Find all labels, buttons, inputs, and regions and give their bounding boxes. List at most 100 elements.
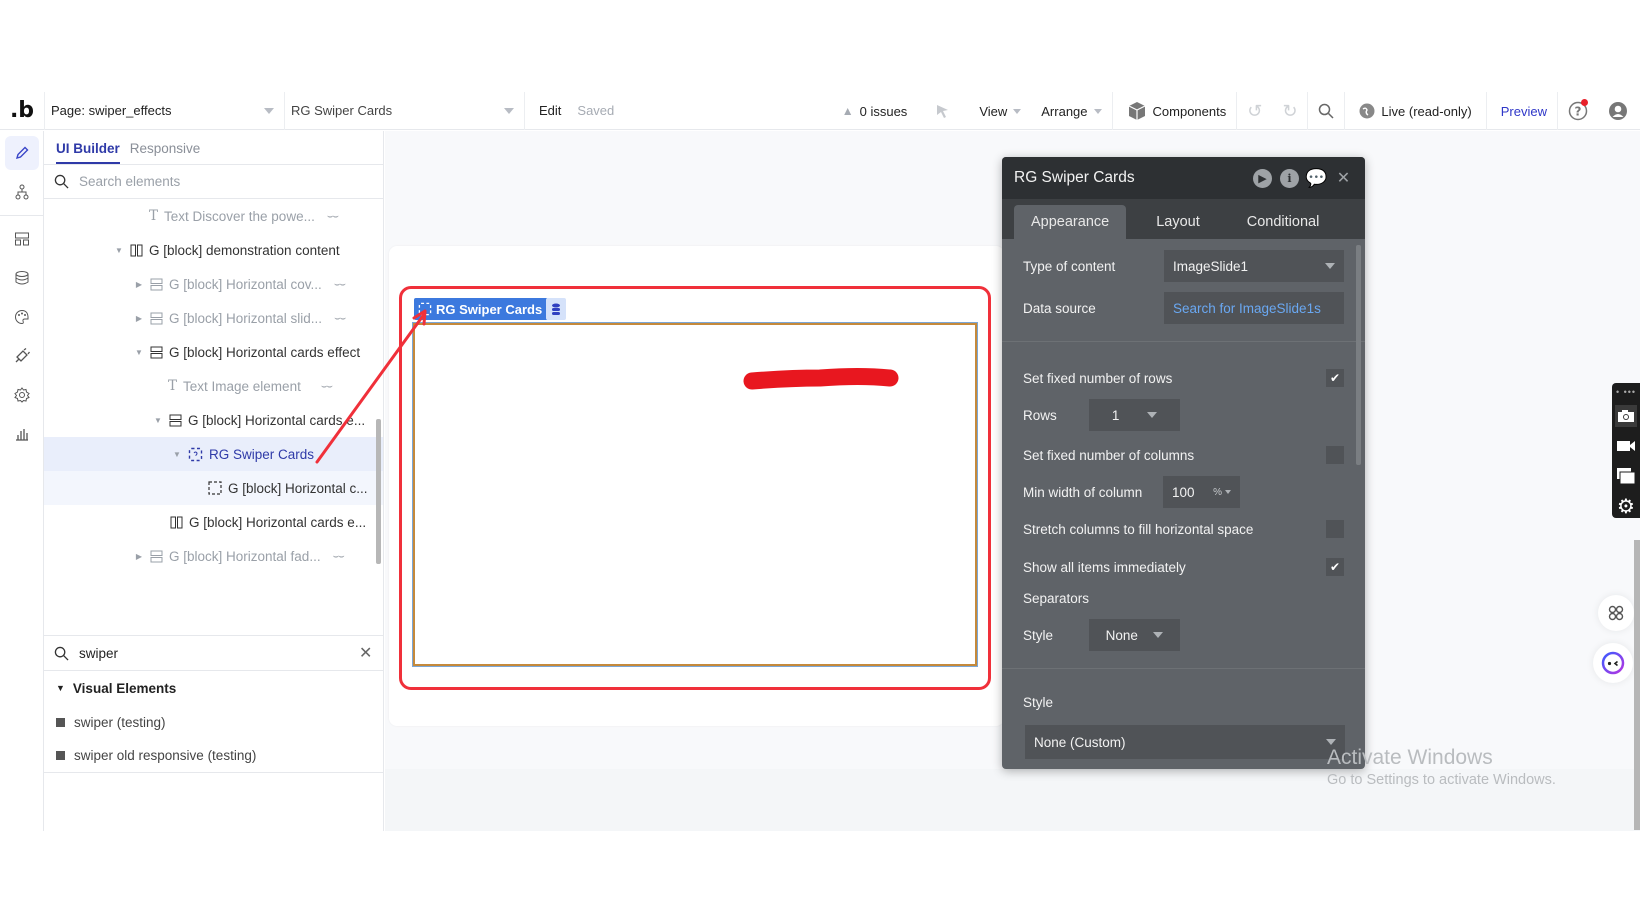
bubble-logo[interactable]: .b [0, 98, 44, 123]
tree-scrollbar[interactable] [376, 419, 381, 564]
tree-item[interactable]: ▼ G [block] Horizontal cards effect [44, 335, 383, 369]
style-dropdown[interactable]: None (Custom) [1025, 725, 1345, 759]
rail-data[interactable] [5, 261, 39, 295]
min-width-input[interactable]: 100 % [1163, 476, 1240, 508]
live-status[interactable]: Live (read-only) [1344, 92, 1485, 130]
rail-plugins[interactable] [5, 339, 39, 373]
tree-item[interactable]: T Text Discover the powe... ⌣⌣ [44, 199, 383, 233]
library-search-input[interactable] [79, 645, 349, 661]
style-label: Style [1023, 694, 1054, 710]
tab-responsive[interactable]: Responsive [130, 141, 201, 164]
page-scrollbar[interactable] [1634, 540, 1640, 830]
tree-item[interactable]: ▼ G [block] demonstration content [44, 233, 383, 267]
type-of-content-dropdown[interactable]: ImageSlide1 [1164, 250, 1344, 282]
expand-caret-icon[interactable]: ▼ [153, 416, 163, 425]
redo-button[interactable]: ↻ [1272, 92, 1307, 130]
tree-item[interactable]: G [block] Horizontal c... [44, 471, 383, 505]
preview-button[interactable]: Preview [1485, 92, 1557, 130]
rail-logs[interactable] [5, 417, 39, 451]
tree-item-selected[interactable]: ▼ RG Swiper Cards [44, 437, 383, 471]
expand-caret-icon[interactable]: ▼ [114, 246, 124, 255]
min-width-value: 100 [1172, 484, 1195, 500]
style-row: Style [1023, 679, 1344, 725]
show-all-checkbox[interactable]: ✔ [1326, 558, 1344, 576]
expand-caret-icon[interactable]: ▼ [172, 450, 182, 459]
help-button[interactable]: ? [1557, 92, 1598, 130]
search-button[interactable] [1307, 92, 1344, 130]
unit-dropdown[interactable]: % [1213, 487, 1231, 498]
repeating-group-swiper-cards[interactable] [412, 322, 978, 667]
hidden-eye-icon[interactable]: ⌣⌣ [327, 211, 339, 222]
visual-elements-header[interactable]: ▼ Visual Elements [44, 671, 383, 705]
view-menu[interactable]: View [969, 92, 1031, 130]
info-icon[interactable]: i [1280, 168, 1299, 188]
rail-design[interactable] [5, 136, 39, 170]
collapse-caret-icon[interactable]: ▶ [134, 314, 144, 323]
tree-item[interactable]: T Text Image element ⌣⌣ [44, 369, 383, 403]
apps-button[interactable] [1598, 595, 1634, 631]
stretch-columns-row: Stretch columns to fill horizontal space [1023, 508, 1344, 550]
hidden-eye-icon[interactable]: ⌣⌣ [333, 551, 345, 562]
close-icon[interactable]: ✕ [1334, 169, 1353, 188]
page-selector[interactable]: Page: swiper_effects [44, 91, 284, 130]
assistant-button[interactable] [1593, 643, 1633, 683]
issues-button[interactable]: ▲ 0 issues [832, 92, 918, 130]
edit-menu[interactable]: Edit [539, 103, 561, 118]
hidden-eye-icon[interactable]: ⌣⌣ [321, 381, 333, 392]
column-group-icon [130, 244, 143, 256]
tree-item[interactable]: G [block] Horizontal cards e... [44, 505, 383, 539]
rail-data-layout[interactable] [5, 222, 39, 256]
more-icon[interactable]: • ••• [1616, 387, 1636, 397]
property-editor-scrollbar[interactable] [1356, 245, 1361, 465]
library-result[interactable]: swiper old responsive (testing) [44, 739, 383, 773]
fixed-rows-checkbox[interactable]: ✔ [1326, 369, 1344, 387]
search-icon [1319, 103, 1334, 119]
video-camera-icon[interactable] [1615, 435, 1637, 457]
redo-icon: ↻ [1282, 100, 1298, 121]
tab-conditional[interactable]: Conditional [1230, 205, 1337, 239]
property-editor-title: RG Swiper Cards [1014, 169, 1135, 186]
tab-layout[interactable]: Layout [1132, 205, 1224, 239]
chevron-down-icon [264, 107, 274, 114]
clear-search-icon[interactable]: ✕ [359, 643, 372, 663]
tree-item[interactable]: ▶ G [block] Horizontal slid... ⌣⌣ [44, 301, 383, 335]
hidden-eye-icon[interactable]: ⌣⌣ [334, 313, 346, 324]
property-editor-header[interactable]: RG Swiper Cards ▶ i 💬 ✕ [1002, 157, 1365, 199]
tab-ui-builder[interactable]: UI Builder [56, 141, 120, 164]
data-source-field[interactable]: Search for ImageSlide1s [1164, 292, 1344, 324]
windows-icon[interactable] [1615, 465, 1637, 487]
collapse-caret-icon[interactable]: ▶ [134, 552, 144, 561]
rows-dropdown[interactable]: 1 [1089, 399, 1180, 431]
camera-icon[interactable] [1615, 405, 1637, 427]
type-of-content-label: Type of content [1023, 258, 1116, 274]
collapse-caret-icon[interactable]: ▶ [134, 280, 144, 289]
data-source-button[interactable] [546, 298, 566, 320]
inspector-button[interactable] [917, 92, 969, 130]
expand-caret-icon[interactable]: ▼ [134, 348, 144, 357]
stretch-columns-checkbox[interactable] [1326, 520, 1344, 538]
rail-styles[interactable] [5, 300, 39, 334]
library-result[interactable]: swiper (testing) [44, 705, 383, 739]
play-icon[interactable]: ▶ [1253, 168, 1272, 188]
account-button[interactable] [1598, 92, 1640, 130]
rail-settings[interactable] [5, 378, 39, 412]
fixed-columns-checkbox[interactable] [1326, 446, 1344, 464]
components-label: Components [1152, 103, 1227, 119]
hidden-eye-icon[interactable]: ⌣⌣ [334, 279, 346, 290]
notification-dot [1581, 99, 1588, 106]
tree-item[interactable]: ▼ G [block] Horizontal cards e... [44, 403, 383, 437]
tree-item[interactable]: ▶ G [block] Horizontal cov... ⌣⌣ [44, 267, 383, 301]
tree-item[interactable]: ▶ G [block] Horizontal fad... ⌣⌣ [44, 539, 383, 573]
rail-workflow[interactable] [5, 175, 39, 209]
components-button[interactable]: Components [1111, 92, 1237, 130]
search-elements-input[interactable] [79, 174, 319, 189]
tree-item-label: G [block] Horizontal c... [228, 480, 368, 496]
arrange-menu[interactable]: Arrange [1031, 92, 1111, 130]
settings-gear-icon[interactable]: ⚙ [1615, 495, 1637, 518]
undo-button[interactable]: ↺ [1236, 92, 1272, 130]
separator-style-dropdown[interactable]: None [1089, 619, 1180, 651]
comment-icon[interactable]: 💬 [1305, 168, 1327, 188]
element-selector[interactable]: RG Swiper Cards [284, 91, 524, 130]
tab-appearance[interactable]: Appearance [1014, 205, 1127, 239]
selected-element-tag[interactable]: RG Swiper Cards [414, 298, 549, 320]
